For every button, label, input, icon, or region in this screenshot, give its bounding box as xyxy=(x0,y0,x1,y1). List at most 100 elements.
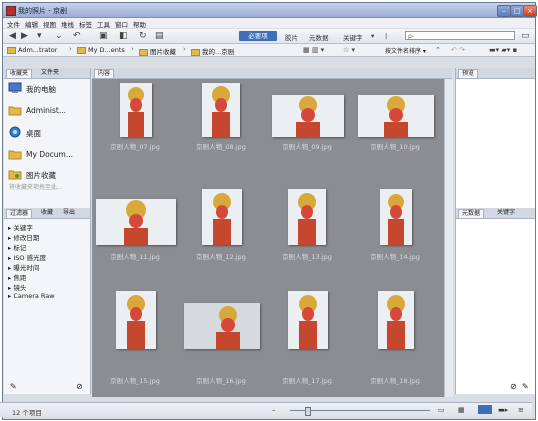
filter-row-exposure[interactable]: ▸ 曝光时间 xyxy=(8,262,39,272)
menu-stack[interactable]: 堆栈 xyxy=(61,19,74,29)
compact-mode-icon[interactable]: ▭ xyxy=(521,31,530,41)
thumbnail-item[interactable]: 京剧人物_15.jpg xyxy=(92,289,178,385)
refine-icon[interactable]: ◧ xyxy=(119,31,128,41)
thumbnail-size-slider[interactable] xyxy=(290,410,430,411)
metadata-settings-icon[interactable]: ⊘ xyxy=(510,382,517,391)
minimize-button[interactable]: – xyxy=(497,5,511,17)
clear-filter-icon[interactable]: ⊘ xyxy=(76,382,83,391)
recent-icon[interactable]: ⌄ xyxy=(55,31,63,41)
menu-tools[interactable]: 工具 xyxy=(97,19,110,29)
tab-folders[interactable]: 文件夹 xyxy=(38,69,62,77)
sort-dropdown[interactable]: 按文件名排序 ▾ xyxy=(385,46,426,55)
filter-row-camera-raw[interactable]: ▸ Camera Raw xyxy=(8,292,55,300)
forward-icon[interactable]: ▶ xyxy=(21,31,28,41)
open-recent-icon[interactable]: ↶ ↷ xyxy=(451,45,465,55)
thumbnail-item[interactable]: 京剧人物_09.jpg xyxy=(264,81,350,153)
thumbnail-item[interactable]: 京剧人物_11.jpg xyxy=(92,187,178,261)
filter-row-lens[interactable]: ▸ 镜头 xyxy=(8,282,26,292)
breadcrumb-item[interactable]: Adm...trator xyxy=(7,46,57,54)
view-thumbnails-icon[interactable] xyxy=(478,405,492,414)
thumbnail-filename: 京剧人物_09.jpg xyxy=(282,143,332,151)
thumbnail-image xyxy=(358,95,434,137)
workspace-more-icon[interactable]: | xyxy=(385,32,387,40)
chevron-right-icon: › xyxy=(131,45,134,53)
thumbnail-scrollbar[interactable] xyxy=(444,79,453,397)
thumbnail-image xyxy=(288,189,326,245)
thumbnail-filename: 京剧人物_12.jpg xyxy=(196,253,246,261)
view-details-icon[interactable]: ▬▸ xyxy=(498,406,508,414)
menu-view[interactable]: 视图 xyxy=(43,19,56,29)
pin-icon[interactable]: ✎ xyxy=(10,382,17,391)
camera-icon[interactable]: ▣ xyxy=(99,31,108,41)
zoom-out-icon[interactable]: – xyxy=(272,406,276,414)
thumbnail-item[interactable]: 京剧人物_13.jpg xyxy=(264,187,350,261)
search-input[interactable]: ρ- xyxy=(405,31,515,40)
chevron-right-icon: › xyxy=(183,45,186,53)
thumbnail-item[interactable]: 京剧人物_16.jpg xyxy=(178,289,264,385)
back-icon[interactable]: ◀ xyxy=(9,31,16,41)
folder-icon xyxy=(7,46,16,54)
menu-file[interactable]: 文件 xyxy=(7,19,20,29)
close-button[interactable]: × xyxy=(523,5,537,17)
thumbnail-item[interactable]: 京剧人物_12.jpg xyxy=(178,187,264,261)
workspace-essentials[interactable]: 必要项 xyxy=(239,31,277,41)
breadcrumb-item[interactable]: 我的...京剧 xyxy=(191,46,234,56)
output-icon[interactable]: ▤ xyxy=(155,31,164,41)
preview-tabs: 预览 xyxy=(456,68,535,79)
view-mode-icon[interactable]: ▦ ▥ ▾ xyxy=(303,45,324,55)
tab-collections[interactable]: 收藏 xyxy=(38,209,56,217)
workspace-metadata[interactable]: 元数据 xyxy=(309,32,329,42)
content-tab-bar: 内容 xyxy=(92,68,452,79)
filter-row-focal-length[interactable]: ▸ 焦距 xyxy=(8,272,26,282)
breadcrumb-item[interactable]: My D...ents xyxy=(77,46,125,54)
tab-favorites[interactable]: 收藏夹 xyxy=(6,69,33,78)
history-icon[interactable]: ▾ xyxy=(37,31,42,41)
breadcrumb-label: 我的...京剧 xyxy=(202,48,235,56)
menu-edit[interactable]: 编辑 xyxy=(25,19,38,29)
folder-icon xyxy=(8,106,22,116)
thumbnail-item[interactable]: 京剧人物_14.jpg xyxy=(352,187,438,261)
filter-label: 镜头 xyxy=(13,284,27,292)
preview-panel: 预览 元数据 关键字 ⊘ ✎ xyxy=(455,68,535,394)
workspace-filmstrip[interactable]: 胶片 xyxy=(285,32,298,42)
view-list-icon[interactable]: ≡ xyxy=(518,406,524,414)
menu-label[interactable]: 标签 xyxy=(79,19,92,29)
tab-export[interactable]: 导出 xyxy=(60,209,78,217)
title-bar: 我的照片 - 京剧 – □ × xyxy=(3,3,537,18)
sort-direction-icon[interactable]: ⌃ xyxy=(435,45,441,55)
filter-row-date-modified[interactable]: ▸ 修改日期 xyxy=(8,232,39,242)
rotate-icon[interactable]: ↻ xyxy=(139,31,147,41)
thumbnail-item[interactable]: 京剧人物_10.jpg xyxy=(352,81,438,153)
filter-row-keywords[interactable]: ▸ 关键字 xyxy=(8,222,33,232)
tab-content[interactable]: 内容 xyxy=(94,69,115,78)
workspace-dropdown-icon[interactable]: ▾ xyxy=(371,32,374,40)
zoom-in-icon[interactable]: ▭ xyxy=(438,406,445,414)
edit-icon[interactable]: ✎ xyxy=(522,382,529,391)
thumbnail-item[interactable]: 京剧人物_07.jpg xyxy=(92,81,178,153)
workspace-keywords[interactable]: 关键字 xyxy=(343,32,363,42)
menu-window[interactable]: 窗口 xyxy=(115,19,128,29)
filter-label: Camera Raw xyxy=(13,292,55,300)
favorite-label: Administ... xyxy=(26,106,66,115)
tab-keywords[interactable]: 关键字 xyxy=(494,209,518,217)
filter-row-label[interactable]: ▸ 标记 xyxy=(8,242,26,252)
tab-filter[interactable]: 过滤器 xyxy=(6,209,33,218)
star-filter-icon[interactable]: ☆ ▾ xyxy=(343,45,355,55)
view-grid-icon[interactable]: ▦ xyxy=(458,406,465,414)
thumbnail-image xyxy=(116,291,156,349)
thumbnail-item[interactable]: 京剧人物_18.jpg xyxy=(352,289,438,385)
menu-help[interactable]: 帮助 xyxy=(133,19,146,29)
return-icon[interactable]: ↶ xyxy=(73,31,81,41)
thumbnail-item[interactable]: 京剧人物_08.jpg xyxy=(178,81,264,153)
tab-metadata[interactable]: 元数据 xyxy=(458,209,485,218)
filter-row-iso[interactable]: ▸ ISO 感光度 xyxy=(8,252,46,262)
thumbnail-item[interactable]: 京剧人物_17.jpg xyxy=(264,289,350,385)
new-folder-icon[interactable]: ▬▾ ▰▾ ▪ xyxy=(489,45,517,55)
maximize-button[interactable]: □ xyxy=(510,5,524,17)
slider-handle[interactable] xyxy=(305,407,311,416)
tab-preview[interactable]: 预览 xyxy=(458,69,479,78)
path-bar: Adm...trator › My D...ents › 图片收藏 › 我的..… xyxy=(3,44,535,57)
thumbnail-filename: 京剧人物_08.jpg xyxy=(196,143,246,151)
status-bar: 12 个项目 – ▭ ▦ ▬▸ ≡ xyxy=(0,402,532,417)
breadcrumb-item[interactable]: 图片收藏 xyxy=(139,46,176,56)
